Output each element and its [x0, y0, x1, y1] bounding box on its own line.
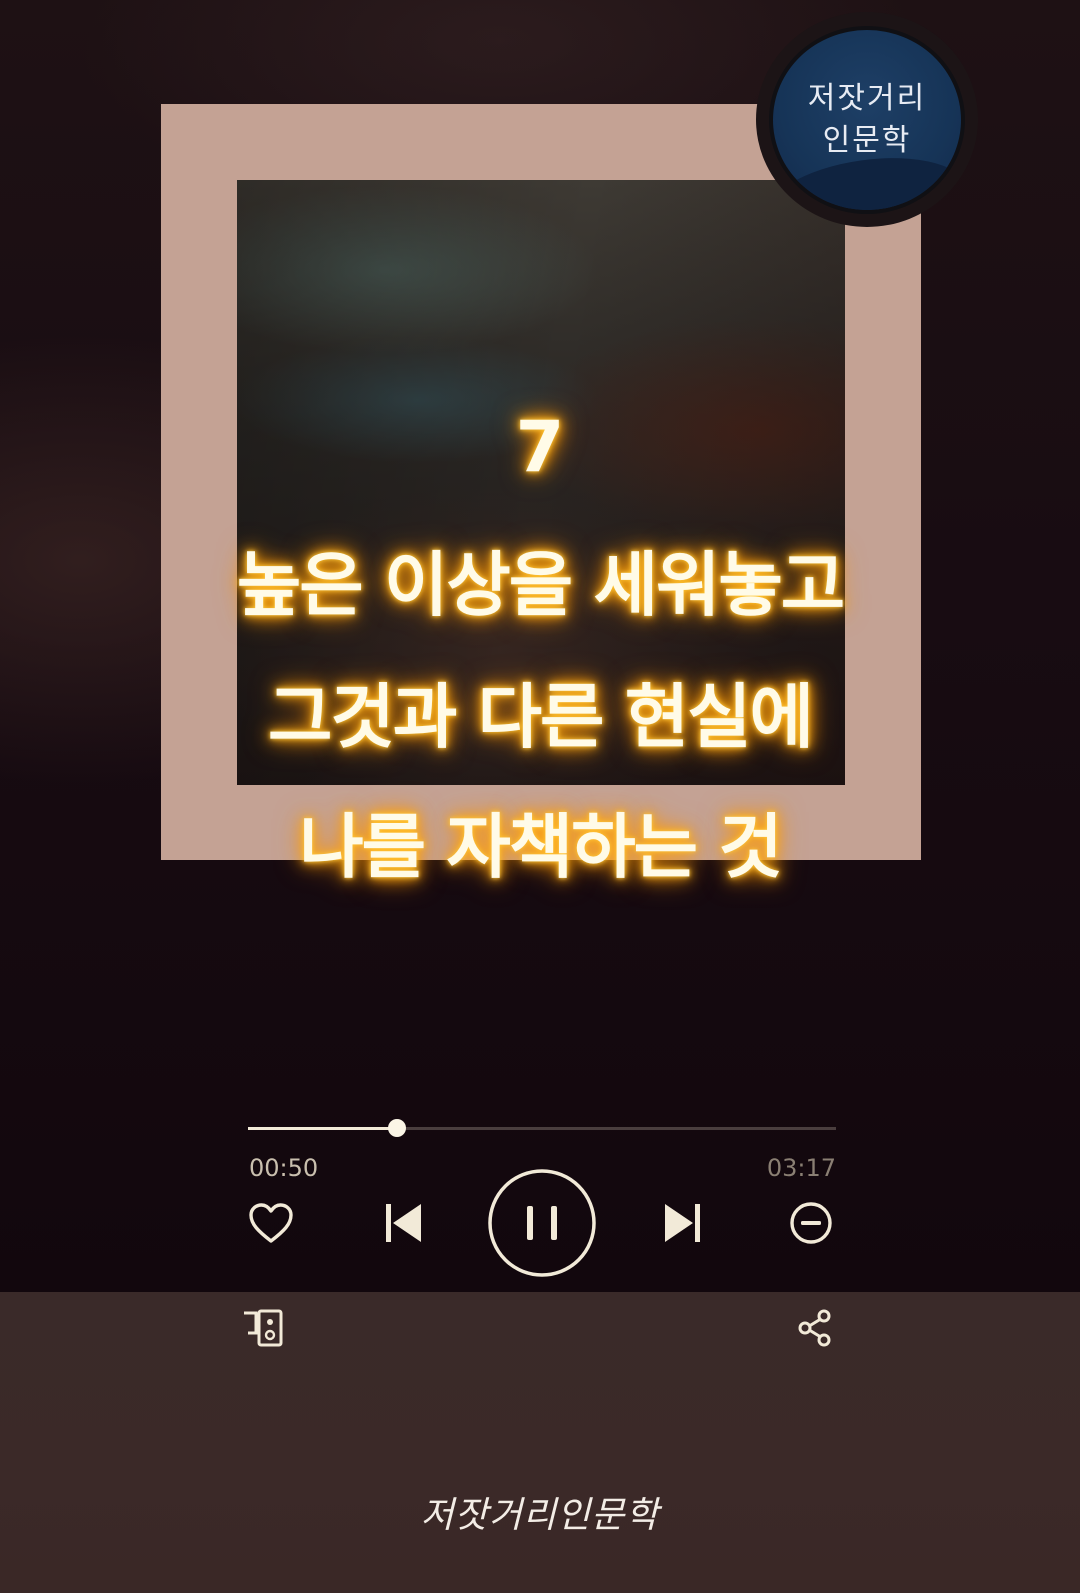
heart-icon [249, 1203, 293, 1243]
share-icon [798, 1309, 831, 1347]
progress-fill [248, 1127, 397, 1130]
share-button[interactable] [795, 1306, 835, 1350]
lyric-number: 7 [515, 406, 565, 488]
pause-icon [488, 1169, 596, 1277]
device-connect-button[interactable] [241, 1308, 285, 1348]
like-button[interactable] [245, 1197, 297, 1249]
background-bottom-panel [0, 1292, 1080, 1593]
lyric-line-2: 그것과 다른 현실에 [268, 676, 814, 758]
channel-logo: 저잣거리 인문학 [769, 25, 965, 214]
skip-previous-icon [386, 1204, 421, 1242]
lyric-line-1: 높은 이상을 세워놓고 [236, 544, 845, 626]
channel-watermark: 저잣거리인문학 [420, 1495, 660, 1536]
logo-text-line1: 저잣거리 [807, 80, 927, 116]
progress-handle[interactable] [387, 1119, 406, 1137]
device-connect-icon [244, 1309, 283, 1347]
remove-button[interactable] [786, 1198, 836, 1248]
previous-button[interactable] [378, 1196, 430, 1250]
play-pause-button[interactable] [486, 1167, 598, 1279]
next-button[interactable] [656, 1196, 708, 1250]
logo-text-line2: 인문학 [822, 122, 912, 158]
total-time: 03:17 [766, 1154, 836, 1182]
lyric-line-3: 나를 자책하는 것 [299, 806, 783, 888]
channel-logo-badge: 저잣거리 인문학 [756, 12, 978, 227]
progress-bar[interactable] [248, 1119, 836, 1137]
skip-next-icon [665, 1204, 700, 1242]
minus-circle-icon [790, 1202, 832, 1244]
elapsed-time: 00:50 [249, 1154, 319, 1182]
